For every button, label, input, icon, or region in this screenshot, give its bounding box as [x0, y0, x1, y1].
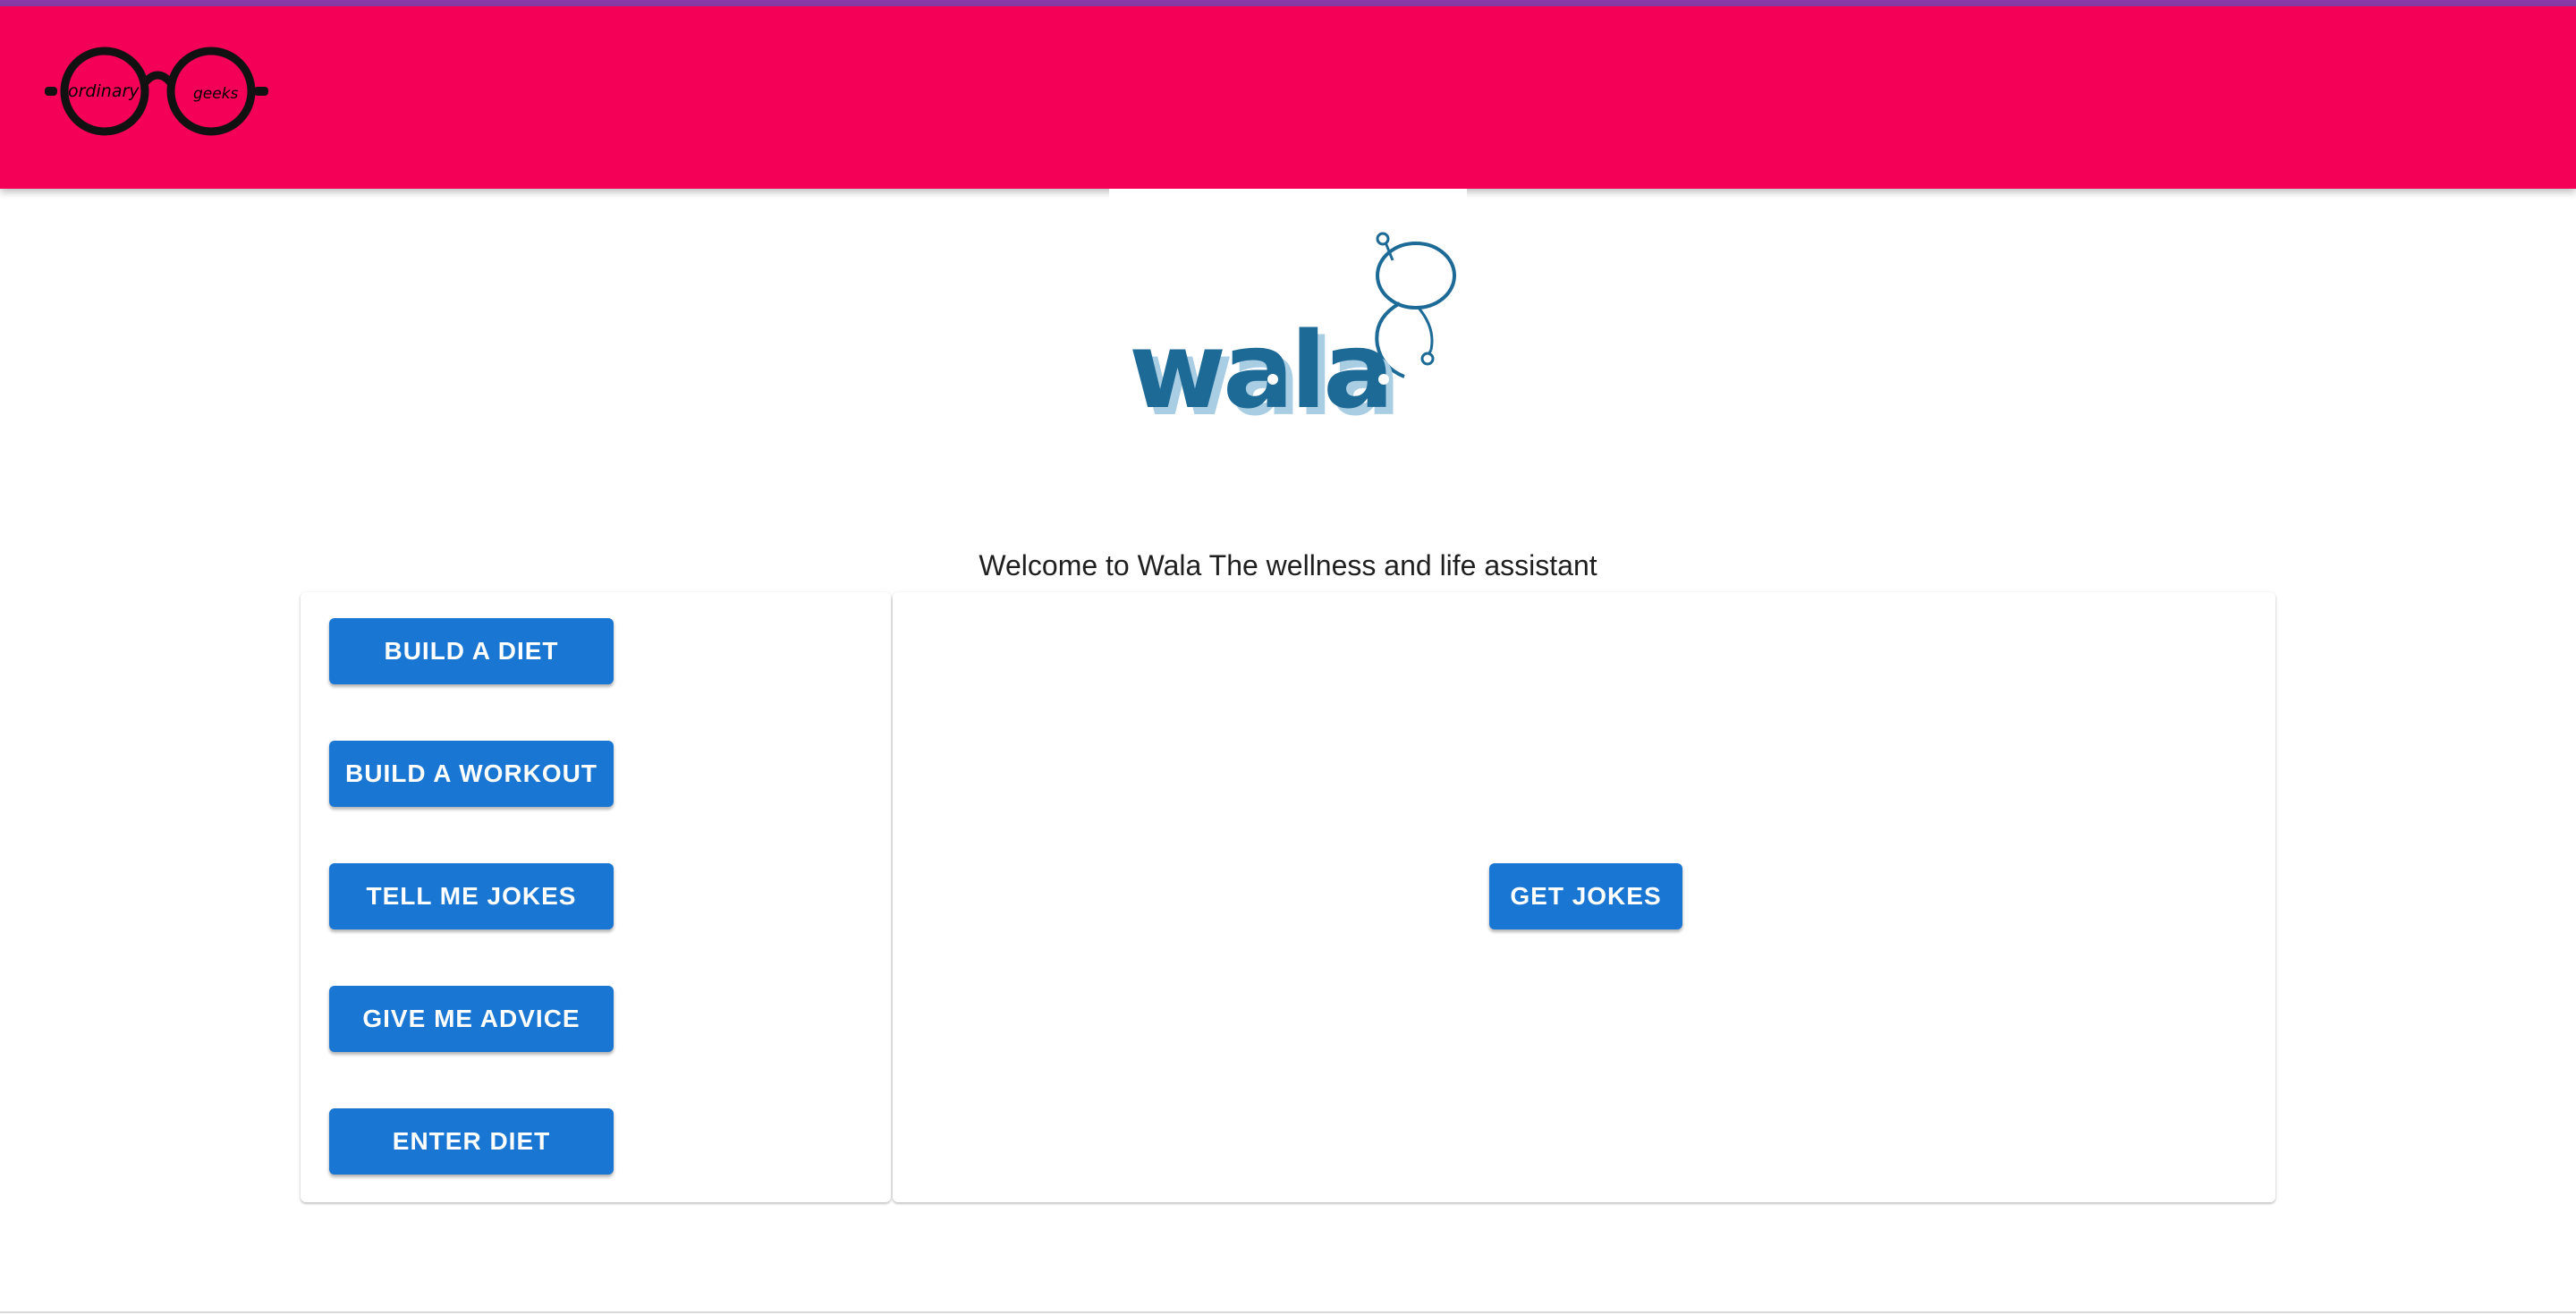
build-workout-button[interactable]: BUILD A WORKOUT	[329, 741, 614, 807]
tell-jokes-button[interactable]: TELL ME JOKES	[329, 863, 614, 929]
enter-diet-button[interactable]: ENTER DIET	[329, 1108, 614, 1175]
menu-panel: BUILD A DIET BUILD A WORKOUT TELL ME JOK…	[301, 592, 891, 1202]
top-border	[0, 0, 2576, 6]
ordinary-geeks-logo[interactable]: ordinary geeks	[41, 46, 274, 144]
brand-word-ordinary: ordinary	[68, 81, 140, 101]
app-bar: ordinary geeks	[0, 6, 2576, 189]
get-jokes-button[interactable]: GET JOKES	[1489, 863, 1682, 929]
wala-wordmark: wala	[1129, 309, 1391, 430]
bottom-divider	[0, 1311, 2576, 1313]
welcome-message: Welcome to Wala The wellness and life as…	[979, 549, 1597, 581]
give-advice-button[interactable]: GIVE ME ADVICE	[329, 986, 614, 1052]
brand-word-geeks: geeks	[193, 85, 239, 103]
wala-logo: wala wala	[1109, 189, 1467, 439]
build-diet-button[interactable]: BUILD A DIET	[329, 618, 614, 684]
content-panel: GET JOKES	[893, 592, 2275, 1202]
